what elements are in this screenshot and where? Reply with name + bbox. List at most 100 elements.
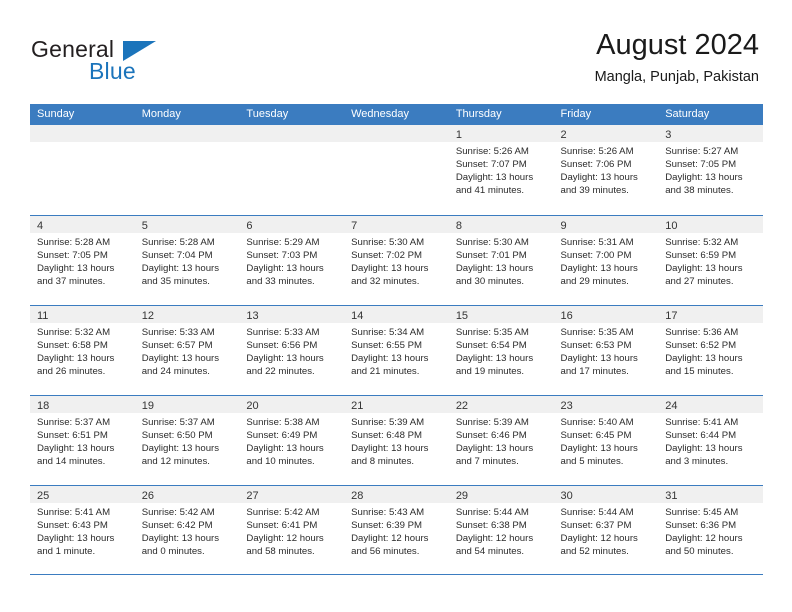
daylight-text: Daylight: 13 hours and 30 minutes. (455, 263, 534, 288)
calendar-day-cell[interactable]: 15 Sunrise: 5:35 AM Sunset: 6:54 PM Dayligh… (448, 306, 554, 395)
calendar-day-cell[interactable]: 5 Sunrise: 5:28 AM Sunset: 7:04 PM Daylight… (134, 216, 240, 305)
calendar-day-cell[interactable]: 4 Sunrise: 5:28 AM Sunset: 7:05 PM Daylight… (30, 216, 135, 305)
weekday-monday: Monday (141, 108, 181, 120)
sunset-text: Sunset: 7:07 PM (455, 159, 527, 171)
calendar-day-cell[interactable]: 26 Sunrise: 5:42 AM Sunset: 6:42 PM Dayligh… (134, 486, 240, 574)
calendar-day-cell[interactable]: 7 Sunrise: 5:30 AM Sunset: 7:02 PM Daylight… (344, 216, 449, 305)
day-number: 23 (560, 400, 573, 412)
calendar-day-cell[interactable]: 14 Sunrise: 5:34 AM Sunset: 6:55 PM Dayligh… (344, 306, 449, 395)
daylight-text: Daylight: 13 hours and 32 minutes. (351, 263, 429, 288)
sunset-text: Sunset: 6:41 PM (246, 520, 318, 532)
sunset-text: Sunset: 6:51 PM (37, 430, 108, 442)
weekday-wednesday: Wednesday (351, 108, 409, 120)
calendar-day-cell[interactable]: 17 Sunrise: 5:36 AM Sunset: 6:52 PM Dayligh… (658, 306, 763, 395)
weekday-thursday: Thursday (455, 108, 502, 120)
daylight-text: Daylight: 13 hours and 38 minutes. (665, 172, 743, 197)
day-sun-info: Sunrise: 5:28 AM Sunset: 7:05 PM Daylight:… (30, 233, 135, 288)
sunset-text: Sunset: 6:39 PM (351, 520, 423, 532)
calendar-day-cell[interactable]: 24 Sunrise: 5:41 AM Sunset: 6:44 PM Dayligh… (658, 396, 763, 485)
calendar-day-cell[interactable]: 23 Sunrise: 5:40 AM Sunset: 6:45 PM Dayligh… (553, 396, 659, 485)
day-number: 3 (665, 129, 672, 141)
sunset-text: Sunset: 6:42 PM (141, 520, 213, 532)
day-number-band: 24 (658, 396, 763, 413)
day-number-band: 29 (448, 486, 554, 503)
daylight-text: Daylight: 13 hours and 37 minutes. (37, 263, 115, 288)
sunset-text: Sunset: 6:46 PM (455, 430, 527, 442)
sunset-text: Sunset: 6:56 PM (246, 340, 318, 352)
day-number-band: 9 (553, 216, 659, 233)
day-number: 7 (351, 220, 358, 232)
day-sun-info: Sunrise: 5:44 AM Sunset: 6:37 PM Daylight:… (554, 503, 659, 558)
day-sun-info: Sunrise: 5:41 AM Sunset: 6:44 PM Daylight:… (658, 413, 763, 468)
calendar-day-cell[interactable]: 10 Sunrise: 5:32 AM Sunset: 6:59 PM Dayligh… (658, 216, 763, 305)
day-number-band: 27 (239, 486, 345, 503)
day-number: 31 (665, 490, 678, 502)
sunset-text: Sunset: 7:05 PM (37, 250, 108, 262)
calendar-day-cell[interactable]: 30 Sunrise: 5:44 AM Sunset: 6:37 PM Dayligh… (553, 486, 659, 574)
calendar-day-cell[interactable]: 29 Sunrise: 5:44 AM Sunset: 6:38 PM Dayligh… (448, 486, 554, 574)
calendar-day-cell[interactable]: 28 Sunrise: 5:43 AM Sunset: 6:39 PM Dayligh… (344, 486, 449, 574)
day-number: 4 (37, 220, 44, 232)
general-blue-logo[interactable]: General Blue (31, 36, 261, 86)
daylight-text: Daylight: 13 hours and 3 minutes. (665, 443, 743, 468)
day-number: 5 (141, 220, 148, 232)
calendar-day-cell[interactable]: 27 Sunrise: 5:42 AM Sunset: 6:41 PM Dayligh… (239, 486, 345, 574)
calendar-day-cell[interactable]: 8 Sunrise: 5:30 AM Sunset: 7:01 PM Daylight… (448, 216, 554, 305)
calendar-day-cell[interactable]: 25 Sunrise: 5:41 AM Sunset: 6:43 PM Dayligh… (30, 486, 135, 574)
day-number: 29 (455, 490, 469, 502)
calendar-day-cell[interactable]: 1 Sunrise: 5:26 AM Sunset: 7:07 PM Daylight… (448, 125, 554, 215)
sunset-text: Sunset: 7:04 PM (141, 250, 213, 262)
day-number: 16 (560, 310, 573, 322)
calendar-day-cell[interactable]: 13 Sunrise: 5:33 AM Sunset: 6:56 PM Dayligh… (239, 306, 345, 395)
sunrise-text: Sunrise: 5:42 AM (141, 507, 215, 518)
calendar-day-cell[interactable]: 9 Sunrise: 5:31 AM Sunset: 7:00 PM Daylight… (553, 216, 659, 305)
calendar-day-cell[interactable]: 3 Sunrise: 5:27 AM Sunset: 7:05 PM Daylight… (658, 125, 763, 215)
calendar-day-cell[interactable]: 16 Sunrise: 5:35 AM Sunset: 6:53 PM Dayligh… (553, 306, 659, 395)
day-number: 26 (141, 490, 154, 502)
daylight-text: Daylight: 13 hours and 10 minutes. (246, 443, 324, 468)
day-number-band: 31 (658, 486, 763, 503)
calendar-day-cell[interactable]: 11 Sunrise: 5:32 AM Sunset: 6:58 PM Dayligh… (30, 306, 135, 395)
calendar-day-cell[interactable]: 31 Sunrise: 5:45 AM Sunset: 6:36 PM Dayligh… (658, 486, 763, 574)
sunrise-text: Sunrise: 5:37 AM (141, 417, 215, 428)
day-number-band: 5 (134, 216, 240, 233)
calendar-day-cell[interactable]: 22 Sunrise: 5:39 AM Sunset: 6:46 PM Dayligh… (448, 396, 554, 485)
sunset-text: Sunset: 7:02 PM (351, 250, 423, 262)
daylight-text: Daylight: 13 hours and 19 minutes. (455, 353, 534, 378)
weekday-sunday: Sunday (37, 108, 75, 120)
day-sun-info: Sunrise: 5:40 AM Sunset: 6:45 PM Daylight:… (554, 413, 659, 468)
daylight-text: Daylight: 13 hours and 15 minutes. (665, 353, 743, 378)
day-number: 13 (246, 310, 259, 322)
day-number-band (134, 125, 240, 142)
day-number: 22 (455, 400, 469, 412)
calendar-day-cell[interactable]: 6 Sunrise: 5:29 AM Sunset: 7:03 PM Daylight… (239, 216, 345, 305)
calendar-day-cell[interactable]: 19 Sunrise: 5:37 AM Sunset: 6:50 PM Dayligh… (134, 396, 240, 485)
day-number: 17 (665, 310, 678, 322)
sunrise-text: Sunrise: 5:37 AM (37, 417, 111, 428)
day-number-band (30, 125, 135, 142)
sunrise-text: Sunrise: 5:43 AM (351, 507, 425, 518)
calendar-day-cell[interactable]: 2 Sunrise: 5:26 AM Sunset: 7:06 PM Daylight… (553, 125, 659, 215)
calendar-day-cell-empty (30, 125, 135, 215)
calendar-day-cell[interactable]: 12 Sunrise: 5:33 AM Sunset: 6:57 PM Dayligh… (134, 306, 240, 395)
day-number: 9 (560, 220, 567, 232)
day-number: 2 (560, 129, 567, 141)
calendar-day-cell[interactable]: 18 Sunrise: 5:37 AM Sunset: 6:51 PM Dayligh… (30, 396, 135, 485)
day-number-band (239, 125, 345, 142)
calendar-day-cell[interactable]: 20 Sunrise: 5:38 AM Sunset: 6:49 PM Dayligh… (239, 396, 345, 485)
sunrise-text: Sunrise: 5:42 AM (246, 507, 320, 518)
day-number-band: 12 (134, 306, 240, 323)
day-sun-info: Sunrise: 5:43 AM Sunset: 6:39 PM Daylight:… (344, 503, 449, 558)
day-number-band: 22 (448, 396, 554, 413)
calendar-day-cell[interactable]: 21 Sunrise: 5:39 AM Sunset: 6:48 PM Dayligh… (344, 396, 449, 485)
sunrise-text: Sunrise: 5:35 AM (560, 327, 634, 338)
daylight-text: Daylight: 13 hours and 24 minutes. (141, 353, 220, 378)
day-sun-info: Sunrise: 5:32 AM Sunset: 6:59 PM Daylight:… (658, 233, 763, 288)
weekday-tuesday: Tuesday (246, 108, 289, 120)
day-number: 28 (351, 490, 364, 502)
day-number: 8 (455, 220, 462, 232)
day-sun-info: Sunrise: 5:39 AM Sunset: 6:46 PM Daylight:… (449, 413, 554, 468)
day-number-band: 13 (239, 306, 345, 323)
day-number-band: 26 (134, 486, 240, 503)
day-number: 11 (37, 310, 49, 322)
